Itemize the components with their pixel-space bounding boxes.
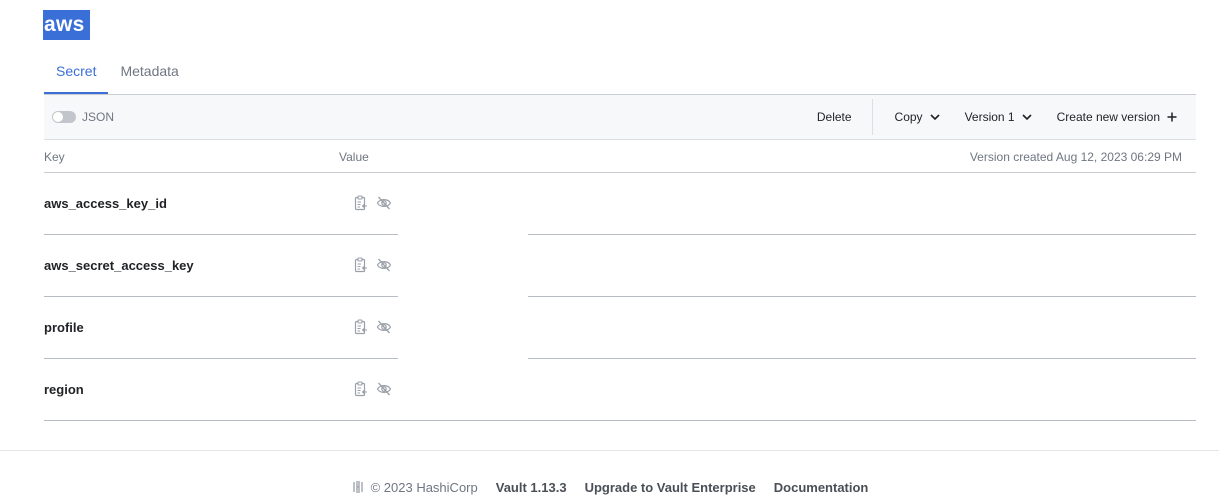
secret-key: aws_access_key_id: [44, 196, 167, 211]
json-toggle-label: JSON: [82, 110, 115, 124]
version-label: Version 1: [964, 110, 1015, 124]
create-new-version-button[interactable]: Create new version: [1045, 110, 1190, 124]
row-divider: [44, 420, 1196, 421]
clipboard-copy-icon[interactable]: [353, 195, 369, 211]
documentation-link[interactable]: Documentation: [774, 480, 869, 495]
chevron-down-icon: [929, 114, 940, 121]
hashicorp-logo-icon: [352, 481, 363, 493]
eye-off-icon[interactable]: [376, 319, 392, 335]
footer-divider: [0, 450, 1219, 451]
secret-key: aws_secret_access_key: [44, 258, 194, 273]
tab-metadata[interactable]: Metadata: [108, 56, 190, 94]
eye-off-icon[interactable]: [376, 195, 392, 211]
secret-key: profile: [44, 320, 84, 335]
key-column-header: Key: [44, 150, 65, 164]
secret-key: region: [44, 382, 84, 397]
footer-vault-version: Vault 1.13.3: [495, 479, 567, 495]
plus-icon: [1167, 112, 1177, 122]
page-title: aws: [43, 10, 90, 40]
value-column-header: Value: [339, 150, 369, 164]
upgrade-enterprise-link[interactable]: Upgrade to Vault Enterprise: [585, 480, 756, 495]
footer-copyright-group: © 2023 HashiCorp: [351, 480, 478, 495]
footer: © 2023 HashiCorp Vault 1.13.3 Upgrade to…: [0, 477, 1219, 497]
table-row: aws_secret_access_key: [44, 235, 1196, 297]
eye-off-icon[interactable]: [376, 381, 392, 397]
secret-toolbar: JSON Delete Copy Version 1 Create new ve…: [44, 95, 1196, 140]
toolbar-separator: [871, 99, 873, 135]
table-row: profile: [44, 297, 1196, 359]
create-label: Create new version: [1056, 110, 1160, 124]
chevron-down-icon: [1022, 114, 1032, 121]
clipboard-copy-icon[interactable]: [353, 319, 369, 335]
delete-label: Delete: [816, 110, 852, 124]
footer-copyright: © 2023 HashiCorp: [370, 479, 478, 495]
json-toggle[interactable]: JSON: [52, 110, 114, 124]
version-created-text: Version created Aug 12, 2023 06:29 PM: [969, 150, 1182, 164]
eye-off-icon[interactable]: [376, 257, 392, 273]
clipboard-copy-icon[interactable]: [353, 257, 369, 273]
toggle-switch[interactable]: [52, 111, 76, 123]
secret-tabs: Secret Metadata: [44, 56, 191, 95]
table-row: region: [44, 359, 1196, 421]
table-row: aws_access_key_id: [44, 173, 1196, 235]
version-dropdown-button[interactable]: Version 1: [953, 110, 1045, 124]
tab-secret[interactable]: Secret: [44, 56, 109, 94]
clipboard-copy-icon[interactable]: [353, 381, 369, 397]
delete-button[interactable]: Delete: [805, 110, 864, 124]
copy-label: Copy: [894, 110, 923, 124]
copy-dropdown-button[interactable]: Copy: [883, 110, 953, 124]
secret-table-header: Key Value Version created Aug 12, 2023 0…: [44, 148, 1196, 173]
